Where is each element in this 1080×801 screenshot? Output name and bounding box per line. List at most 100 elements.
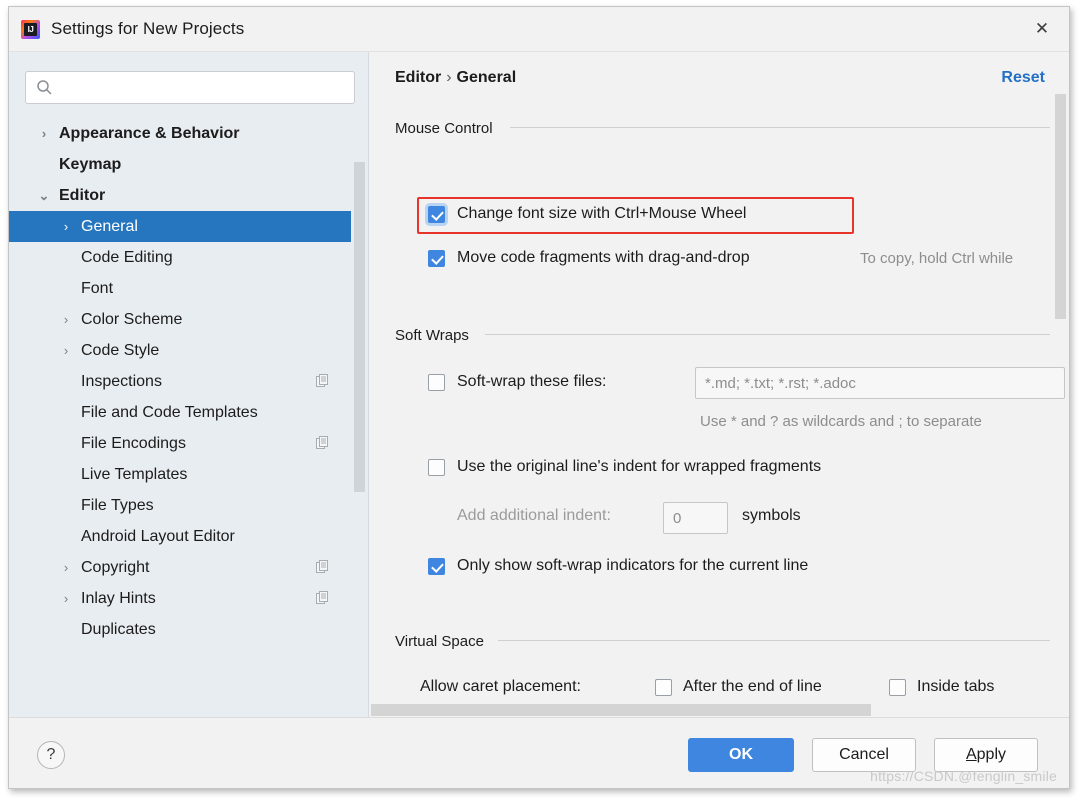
sidebar-item-code-style[interactable]: ›Code Style: [9, 335, 351, 366]
search-box[interactable]: [25, 71, 355, 104]
label-additional-indent-suffix: symbols: [742, 507, 801, 525]
sidebar-item-label: Duplicates: [81, 614, 156, 645]
window-title: Settings for New Projects: [51, 19, 244, 39]
sidebar-item-label: Inlay Hints: [81, 583, 156, 614]
sidebar-item-keymap[interactable]: Keymap: [9, 149, 351, 180]
sidebar-item-label: Appearance & Behavior: [59, 118, 240, 149]
label-original-indent[interactable]: Use the original line's indent for wrapp…: [457, 458, 821, 476]
help-button[interactable]: ?: [37, 741, 65, 769]
main-horizontal-scrollbar-thumb[interactable]: [371, 704, 871, 716]
sidebar-item-label: Copyright: [81, 552, 149, 583]
sidebar-item-label: File Encodings: [81, 428, 186, 459]
settings-tree: ›Appearance & BehaviorKeymap⌄Editor›Gene…: [9, 118, 351, 645]
input-additional-indent-value: 0: [673, 503, 681, 533]
label-move-code-fragments[interactable]: Move code fragments with drag-and-drop: [457, 249, 750, 267]
sidebar-item-label: File Types: [81, 490, 154, 521]
sidebar-item-label: Font: [81, 273, 113, 304]
label-change-font-size[interactable]: Change font size with Ctrl+Mouse Wheel: [457, 205, 746, 223]
sidebar-item-label: General: [81, 211, 138, 242]
input-additional-indent[interactable]: 0: [663, 502, 728, 534]
hint-move-code-fragments: To copy, hold Ctrl while: [860, 250, 1013, 267]
chevron-right-icon[interactable]: ›: [57, 211, 75, 242]
section-rule-mouse-control: [510, 127, 1050, 128]
checkbox-soft-wrap-files[interactable]: [428, 374, 445, 391]
title-bar: IJ Settings for New Projects ✕: [9, 7, 1069, 52]
sidebar-scrollbar-thumb[interactable]: [354, 162, 365, 492]
checkbox-change-font-size[interactable]: [428, 206, 445, 223]
label-inside-tabs[interactable]: Inside tabs: [917, 678, 994, 696]
sidebar-item-general[interactable]: ›General: [9, 211, 351, 242]
apply-button[interactable]: Apply: [934, 738, 1038, 772]
settings-dialog: IJ Settings for New Projects ✕ ›Appearan…: [8, 6, 1070, 789]
sidebar-item-live-templates[interactable]: Live Templates: [9, 459, 351, 490]
cancel-button[interactable]: Cancel: [812, 738, 916, 772]
section-title-virtual-space: Virtual Space: [395, 633, 484, 650]
sidebar-item-inlay-hints[interactable]: ›Inlay Hints: [9, 583, 351, 614]
section-rule-soft-wraps: [485, 334, 1050, 335]
sidebar-item-inspections[interactable]: Inspections: [9, 366, 351, 397]
checkbox-original-indent[interactable]: [428, 459, 445, 476]
label-additional-indent: Add additional indent:: [457, 507, 611, 525]
intellij-idea-logo-icon: IJ: [21, 20, 40, 39]
sidebar-item-label: Keymap: [59, 149, 121, 180]
sidebar-item-label: Color Scheme: [81, 304, 182, 335]
search-field-wrapper: [25, 71, 355, 104]
copy-scope-icon: [316, 560, 329, 574]
hint-soft-wrap-wildcards: Use * and ? as wildcards and ; to separa…: [700, 413, 982, 430]
label-allow-caret-placement: Allow caret placement:: [420, 678, 581, 696]
sidebar-item-label: Live Templates: [81, 459, 187, 490]
breadcrumb: Editor›General: [395, 69, 516, 87]
sidebar-item-editor[interactable]: ⌄Editor: [9, 180, 351, 211]
section-title-soft-wraps: Soft Wraps: [395, 327, 469, 344]
sidebar-item-file-encodings[interactable]: File Encodings: [9, 428, 351, 459]
ok-button[interactable]: OK: [688, 738, 794, 772]
chevron-right-icon[interactable]: ›: [57, 304, 75, 335]
copy-scope-icon: [316, 436, 329, 450]
main-vertical-scrollbar-thumb[interactable]: [1055, 94, 1066, 319]
sidebar-item-android-layout-editor[interactable]: Android Layout Editor: [9, 521, 351, 552]
label-soft-wrap-files[interactable]: Soft-wrap these files:: [457, 373, 606, 391]
sidebar-item-copyright[interactable]: ›Copyright: [9, 552, 351, 583]
sidebar-item-label: File and Code Templates: [81, 397, 258, 428]
reset-link[interactable]: Reset: [1001, 69, 1045, 87]
label-only-show-indicators[interactable]: Only show soft-wrap indicators for the c…: [457, 557, 808, 575]
input-soft-wrap-file-masks[interactable]: *.md; *.txt; *.rst; *.adoc: [695, 367, 1065, 399]
chevron-right-icon[interactable]: ›: [35, 118, 53, 149]
chevron-right-icon[interactable]: ›: [57, 552, 75, 583]
apply-button-mnemonic: A: [966, 746, 977, 763]
breadcrumb-root[interactable]: Editor: [395, 69, 441, 86]
sidebar-item-color-scheme[interactable]: ›Color Scheme: [9, 304, 351, 335]
sidebar-item-label: Editor: [59, 180, 105, 211]
section-rule-virtual-space: [498, 640, 1050, 641]
sidebar-item-code-editing[interactable]: Code Editing: [9, 242, 351, 273]
settings-sidebar: ›Appearance & BehaviorKeymap⌄Editor›Gene…: [9, 52, 369, 718]
sidebar-item-label: Inspections: [81, 366, 162, 397]
apply-button-rest: pply: [977, 746, 1006, 763]
copy-scope-icon: [316, 591, 329, 605]
sidebar-item-label: Code Editing: [81, 242, 173, 273]
chevron-down-icon[interactable]: ⌄: [35, 180, 53, 211]
checkbox-only-show-indicators[interactable]: [428, 558, 445, 575]
chevron-right-icon[interactable]: ›: [57, 583, 75, 614]
sidebar-item-file-and-code-templates[interactable]: File and Code Templates: [9, 397, 351, 428]
dialog-footer: ? OK Cancel Apply https://CSDN.@fenglin_…: [9, 717, 1069, 788]
section-title-mouse-control: Mouse Control: [395, 120, 493, 137]
checkbox-after-end-of-line[interactable]: [655, 679, 672, 696]
close-icon[interactable]: ✕: [1023, 11, 1061, 47]
settings-main-panel: Editor›General Reset Mouse Control Chang…: [370, 52, 1069, 718]
input-soft-wrap-file-masks-value: *.md; *.txt; *.rst; *.adoc: [705, 368, 856, 398]
search-input[interactable]: [60, 72, 348, 103]
sidebar-item-label: Android Layout Editor: [81, 521, 235, 552]
sidebar-item-label: Code Style: [81, 335, 159, 366]
label-after-end-of-line[interactable]: After the end of line: [683, 678, 822, 696]
chevron-right-icon[interactable]: ›: [57, 335, 75, 366]
sidebar-item-file-types[interactable]: File Types: [9, 490, 351, 521]
checkbox-move-code-fragments[interactable]: [428, 250, 445, 267]
watermark: https://CSDN.@fenglin_smile: [870, 768, 1057, 784]
screenshot-canvas: IJ Settings for New Projects ✕ ›Appearan…: [0, 0, 1080, 801]
sidebar-item-font[interactable]: Font: [9, 273, 351, 304]
sidebar-item-duplicates[interactable]: Duplicates: [9, 614, 351, 645]
checkbox-inside-tabs[interactable]: [889, 679, 906, 696]
copy-scope-icon: [316, 374, 329, 388]
sidebar-item-appearance-behavior[interactable]: ›Appearance & Behavior: [9, 118, 351, 149]
